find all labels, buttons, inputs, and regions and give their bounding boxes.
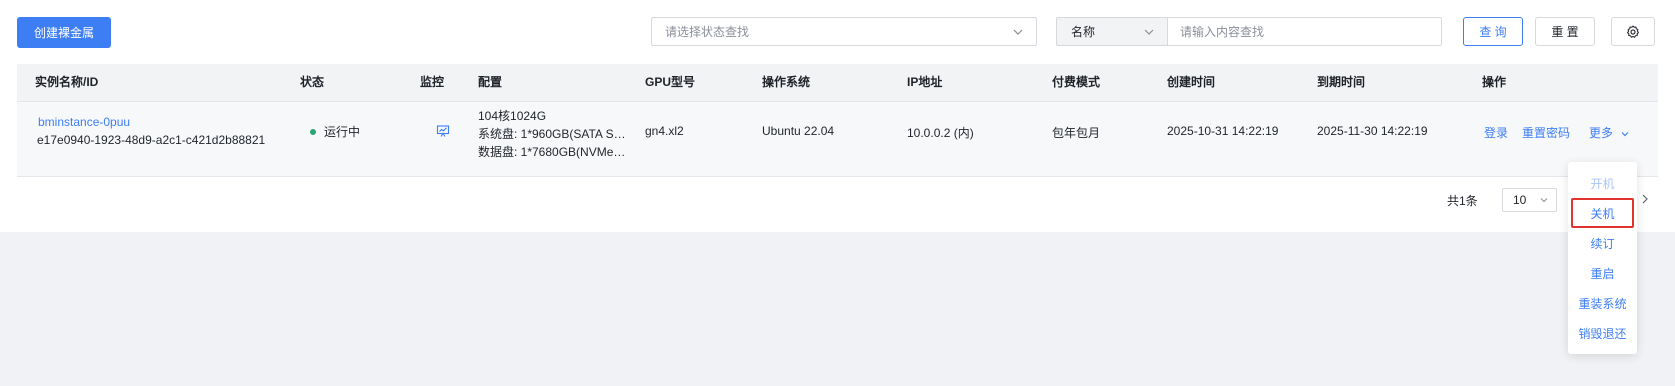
- column-header-status: 状态: [300, 75, 325, 89]
- search-input[interactable]: [1167, 17, 1442, 46]
- config-data-disk: 数据盘: 1*7680GB(NVMe SSD): [478, 145, 628, 159]
- monitor-button[interactable]: [436, 124, 450, 141]
- column-header-monitor: 监控: [420, 75, 445, 89]
- create-bare-metal-button[interactable]: 创建裸金属: [17, 17, 111, 48]
- search-field-select[interactable]: 名称: [1056, 17, 1167, 46]
- gpu-model: gn4.xl2: [645, 124, 684, 138]
- menu-item-renew[interactable]: 续订: [1568, 235, 1637, 252]
- status-filter-placeholder: 请选择状态查找: [665, 25, 750, 39]
- column-header-ip: IP地址: [907, 75, 943, 89]
- login-link[interactable]: 登录: [1484, 124, 1508, 141]
- next-page-button[interactable]: [1640, 193, 1650, 208]
- page-size-value: 10: [1513, 193, 1527, 207]
- menu-item-reinstall-os[interactable]: 重装系统: [1568, 295, 1637, 312]
- ip-address: 10.0.0.2 (内): [907, 126, 974, 140]
- menu-item-power-off[interactable]: 关机: [1568, 205, 1637, 222]
- more-actions-menu: 开机 关机 续订 重启 重装系统 销毁退还: [1568, 162, 1637, 354]
- column-header-config: 配置: [478, 75, 503, 89]
- chevron-down-icon: [1540, 198, 1548, 203]
- config-spec: 104核1024G: [478, 109, 547, 123]
- status-dot: [310, 128, 316, 135]
- menu-item-power-on: 开机: [1590, 177, 1615, 191]
- column-header-os: 操作系统: [762, 75, 811, 89]
- chevron-right-icon: [1642, 194, 1648, 204]
- column-header-billing: 付费模式: [1052, 75, 1101, 89]
- reset-button[interactable]: 重 置: [1535, 17, 1595, 46]
- column-header-created: 创建时间: [1167, 75, 1216, 89]
- settings-button[interactable]: [1611, 17, 1655, 46]
- status-filter-select[interactable]: 请选择状态查找: [651, 17, 1037, 46]
- status-cell: 运行中: [310, 123, 360, 140]
- total-count: 共1条: [1447, 194, 1478, 208]
- config-cell: 104核1024G 系统盘: 1*960GB(SATA SSD) 数据盘: 1*…: [478, 107, 628, 161]
- monitor-chart-icon: [436, 125, 450, 137]
- os-name: Ubuntu 22.04: [762, 124, 835, 138]
- chevron-down-icon: [1144, 29, 1154, 35]
- column-header-gpu: GPU型号: [645, 75, 696, 89]
- menu-item-reboot[interactable]: 重启: [1568, 265, 1637, 282]
- reset-password-link[interactable]: 重置密码: [1522, 124, 1570, 141]
- menu-item-destroy-return[interactable]: 销毁退还: [1568, 325, 1637, 342]
- table-header: 实例名称/ID 状态 监控 配置 GPU型号 操作系统 IP地址 付费模式 创建…: [17, 64, 1658, 102]
- chevron-down-icon: [1621, 131, 1629, 137]
- instance-id: e17e0940-1923-48d9-a2c1-c421d2b88821: [37, 133, 266, 147]
- created-time: 2025-10-31 14:22:19: [1167, 124, 1279, 138]
- query-button[interactable]: 查 询: [1463, 17, 1523, 46]
- instance-name-link[interactable]: bminstance-0puu: [38, 115, 130, 129]
- content-panel: 创建裸金属 请选择状态查找 名称 查 询 重 置 实例名称/ID 状态 监控 配…: [0, 0, 1675, 232]
- chevron-down-icon: [1013, 29, 1023, 35]
- page-size-select[interactable]: 10: [1502, 188, 1557, 212]
- column-header-name: 实例名称/ID: [35, 75, 99, 89]
- table-row: bminstance-0puu e17e0940-1923-48d9-a2c1-…: [17, 102, 1658, 177]
- more-actions-toggle[interactable]: 更多: [1589, 124, 1630, 141]
- column-header-actions: 操作: [1482, 75, 1507, 89]
- more-actions-label: 更多: [1589, 126, 1614, 140]
- search-field-value: 名称: [1071, 25, 1096, 39]
- column-header-expires: 到期时间: [1317, 75, 1366, 89]
- config-system-disk: 系统盘: 1*960GB(SATA SSD): [478, 127, 628, 141]
- billing-mode: 包年包月: [1052, 126, 1101, 140]
- status-text: 运行中: [324, 125, 361, 139]
- gear-icon: [1627, 25, 1639, 38]
- expire-time: 2025-11-30 14:22:19: [1317, 124, 1428, 138]
